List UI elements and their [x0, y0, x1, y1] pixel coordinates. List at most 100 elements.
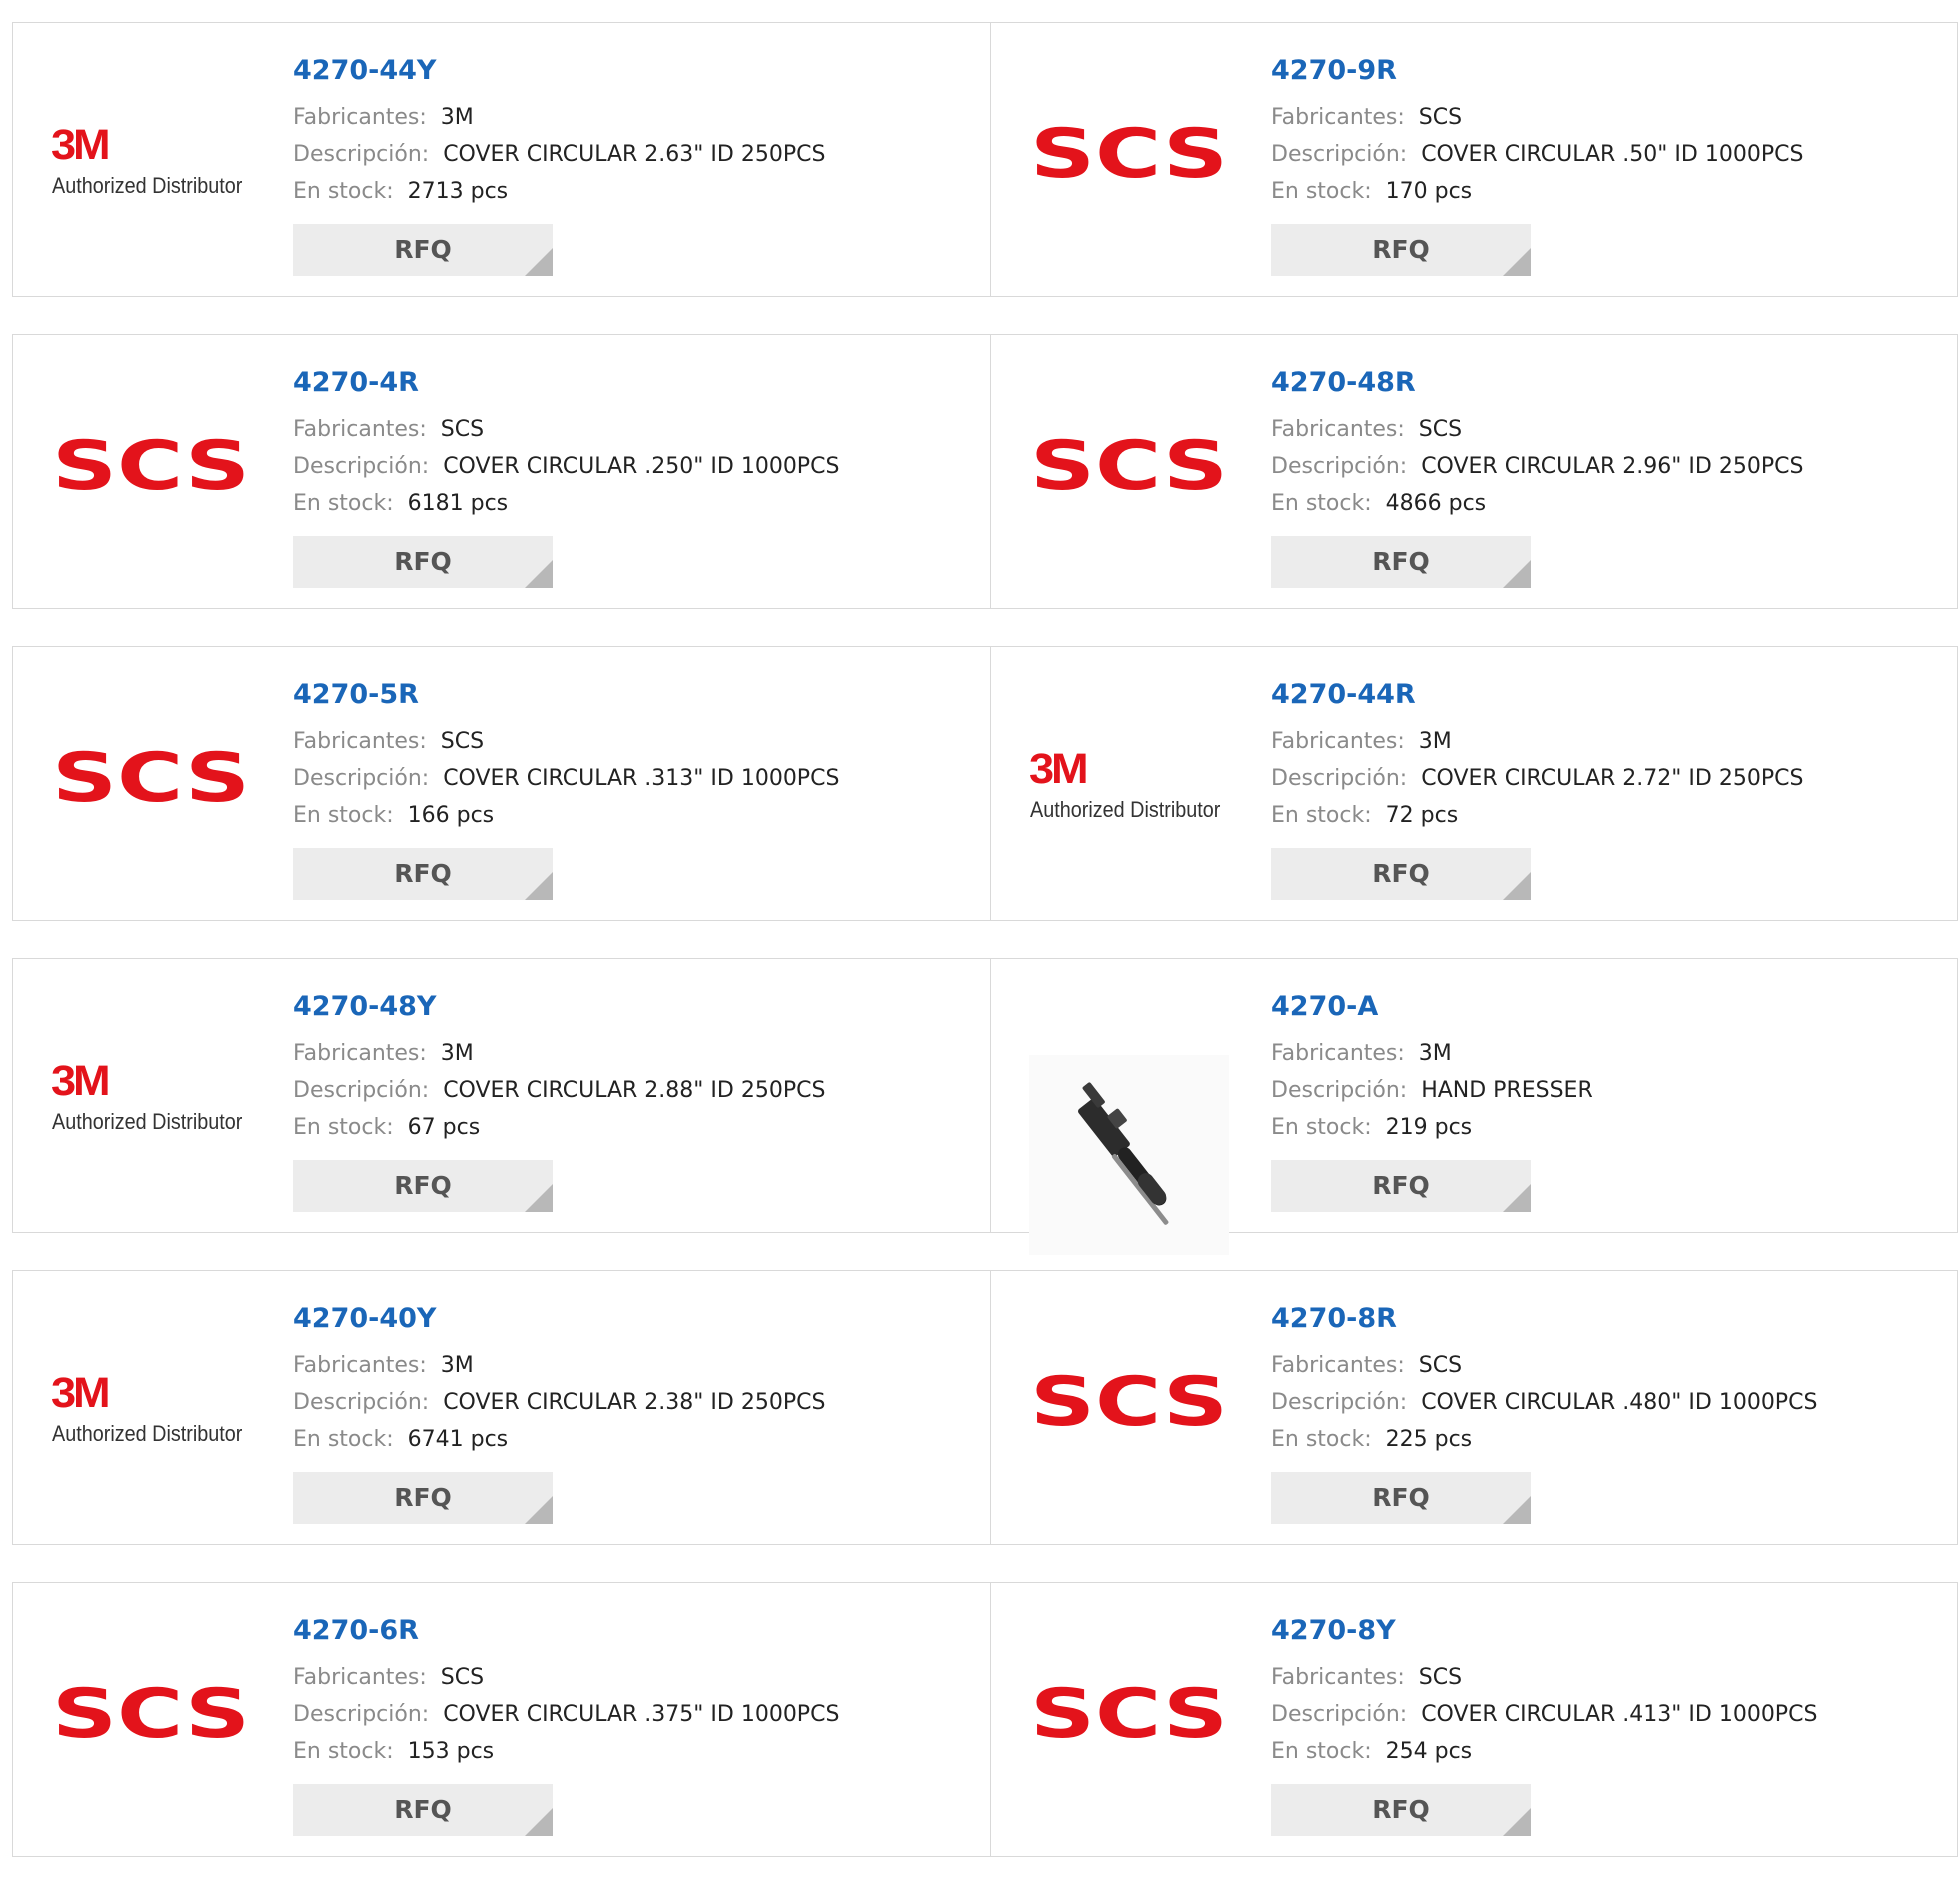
manufacturer-value: SCS: [1418, 1665, 1463, 1690]
manufacturer-field: Fabricantes: 3M: [293, 1035, 825, 1072]
description-field: Descripción: COVER CIRCULAR 2.38" ID 250P…: [293, 1384, 825, 1421]
3m-logo-mark: 3M: [51, 1369, 111, 1417]
manufacturer-logo: 3M Authorized Distributor: [51, 121, 251, 201]
manufacturer-field: Fabricantes: SCS: [1271, 99, 1803, 136]
rfq-button[interactable]: RFQ: [1271, 1160, 1531, 1212]
product-grid: 3M Authorized Distributor 4270-44Y Fabri…: [12, 22, 1958, 1894]
manufacturer-label: Fabricantes:: [1271, 105, 1405, 130]
manufacturer-label: Fabricantes:: [293, 1665, 427, 1690]
manufacturer-field: Fabricantes: SCS: [293, 411, 839, 448]
3m-logo: 3M Authorized Distributor: [1029, 745, 1229, 825]
product-row: SCS 4270-6R Fabricantes: SCS Descripción:…: [12, 1582, 1958, 1857]
part-number-link[interactable]: 4270-44Y: [293, 53, 825, 89]
rfq-button[interactable]: RFQ: [1271, 1472, 1531, 1524]
manufacturer-field: Fabricantes: SCS: [1271, 411, 1803, 448]
rfq-button[interactable]: RFQ: [1271, 536, 1531, 588]
3m-logo-tagline: Authorized Distributor: [52, 1421, 243, 1446]
rfq-button-label: RFQ: [394, 1483, 452, 1512]
corner-triangle-icon: [1503, 560, 1531, 588]
description-field: Descripción: COVER CIRCULAR 2.96" ID 250P…: [1271, 448, 1803, 485]
manufacturer-value: 3M: [440, 1353, 474, 1378]
manufacturer-label: Fabricantes:: [293, 417, 427, 442]
part-number-link[interactable]: 4270-8R: [1271, 1301, 1817, 1337]
stock-label: En stock:: [293, 179, 394, 204]
manufacturer-value: SCS: [1418, 105, 1463, 130]
part-number-link[interactable]: 4270-5R: [293, 677, 839, 713]
rfq-button[interactable]: RFQ: [293, 848, 553, 900]
manufacturer-value: SCS: [440, 1665, 485, 1690]
corner-triangle-icon: [525, 1496, 553, 1524]
3m-logo-mark: 3M: [1029, 745, 1089, 793]
part-number-link[interactable]: 4270-A: [1271, 989, 1593, 1025]
stock-field: En stock: 219 pcs: [1271, 1109, 1593, 1146]
part-number-link[interactable]: 4270-48Y: [293, 989, 825, 1025]
scs-logo: SCS: [1029, 427, 1229, 506]
product-info: 4270-48Y Fabricantes: 3M Descripción: COVE…: [293, 989, 825, 1146]
stock-field: En stock: 225 pcs: [1271, 1421, 1817, 1458]
part-number-link[interactable]: 4270-6R: [293, 1613, 839, 1649]
manufacturer-logo: SCS: [51, 1675, 251, 1761]
rfq-button[interactable]: RFQ: [293, 536, 553, 588]
stock-label: En stock:: [1271, 1739, 1372, 1764]
scs-logo: SCS: [51, 427, 251, 506]
part-number-link[interactable]: 4270-48R: [1271, 365, 1803, 401]
description-label: Descripción:: [293, 1390, 430, 1415]
part-number-link[interactable]: 4270-8Y: [1271, 1613, 1817, 1649]
stock-label: En stock:: [1271, 179, 1372, 204]
part-number-link[interactable]: 4270-9R: [1271, 53, 1803, 89]
part-number-link[interactable]: 4270-44R: [1271, 677, 1803, 713]
manufacturer-label: Fabricantes:: [1271, 417, 1405, 442]
stock-field: En stock: 6181 pcs: [293, 485, 839, 522]
product-row: 3M Authorized Distributor 4270-40Y Fabri…: [12, 1270, 1958, 1545]
3m-logo-mark: 3M: [51, 121, 111, 169]
product-card: SCS 4270-4R Fabricantes: SCS Descripción:…: [12, 334, 991, 609]
stock-field: En stock: 166 pcs: [293, 797, 839, 834]
stock-field: En stock: 254 pcs: [1271, 1733, 1817, 1770]
stock-value: 219 pcs: [1385, 1115, 1473, 1140]
description-value: COVER CIRCULAR 2.88" ID 250PCS: [443, 1078, 826, 1103]
stock-value: 6181 pcs: [407, 491, 509, 516]
rfq-button[interactable]: RFQ: [1271, 224, 1531, 276]
manufacturer-logo: SCS: [1029, 1675, 1229, 1761]
rfq-button[interactable]: RFQ: [293, 224, 553, 276]
description-field: Descripción: COVER CIRCULAR .250" ID 1000…: [293, 448, 839, 485]
product-card: 3M Authorized Distributor 4270-44Y Fabri…: [12, 22, 991, 297]
scs-logo: SCS: [1029, 1675, 1229, 1754]
description-field: Descripción: COVER CIRCULAR 2.72" ID 250P…: [1271, 760, 1803, 797]
manufacturer-logo: SCS: [51, 739, 251, 825]
description-label: Descripción:: [293, 766, 430, 791]
part-number-link[interactable]: 4270-40Y: [293, 1301, 825, 1337]
rfq-button[interactable]: RFQ: [1271, 848, 1531, 900]
corner-triangle-icon: [525, 560, 553, 588]
scs-logo-mark: SCS: [1030, 1373, 1228, 1433]
corner-triangle-icon: [525, 248, 553, 276]
description-value: COVER CIRCULAR 2.38" ID 250PCS: [443, 1390, 826, 1415]
rfq-button[interactable]: RFQ: [1271, 1784, 1531, 1836]
stock-field: En stock: 170 pcs: [1271, 173, 1803, 210]
corner-triangle-icon: [1503, 872, 1531, 900]
rfq-button[interactable]: RFQ: [293, 1472, 553, 1524]
manufacturer-label: Fabricantes:: [1271, 1665, 1405, 1690]
part-number-link[interactable]: 4270-4R: [293, 365, 839, 401]
product-row: SCS 4270-5R Fabricantes: SCS Descripción:…: [12, 646, 1958, 921]
scs-logo-mark: SCS: [52, 437, 250, 497]
product-row: 3M Authorized Distributor 4270-48Y Fabri…: [12, 958, 1958, 1255]
rfq-button[interactable]: RFQ: [293, 1160, 553, 1212]
rfq-button[interactable]: RFQ: [293, 1784, 553, 1836]
product-card: 3M Authorized Distributor 4270-44R Fabri…: [991, 646, 1958, 921]
description-value: COVER CIRCULAR 2.63" ID 250PCS: [443, 142, 826, 167]
stock-label: En stock:: [1271, 1115, 1372, 1140]
product-info: 4270-44Y Fabricantes: 3M Descripción: COVE…: [293, 53, 825, 210]
stock-value: 6741 pcs: [407, 1427, 509, 1452]
hand-presser-image: [1029, 1055, 1229, 1255]
manufacturer-label: Fabricantes:: [1271, 729, 1405, 754]
stock-value: 67 pcs: [407, 1115, 481, 1140]
rfq-button-label: RFQ: [394, 547, 452, 576]
rfq-button-label: RFQ: [1372, 1483, 1430, 1512]
manufacturer-field: Fabricantes: 3M: [1271, 1035, 1593, 1072]
description-field: Descripción: COVER CIRCULAR .313" ID 1000…: [293, 760, 839, 797]
stock-field: En stock: 67 pcs: [293, 1109, 825, 1146]
description-label: Descripción:: [1271, 1078, 1408, 1103]
stock-field: En stock: 6741 pcs: [293, 1421, 825, 1458]
scs-logo: SCS: [1029, 115, 1229, 194]
